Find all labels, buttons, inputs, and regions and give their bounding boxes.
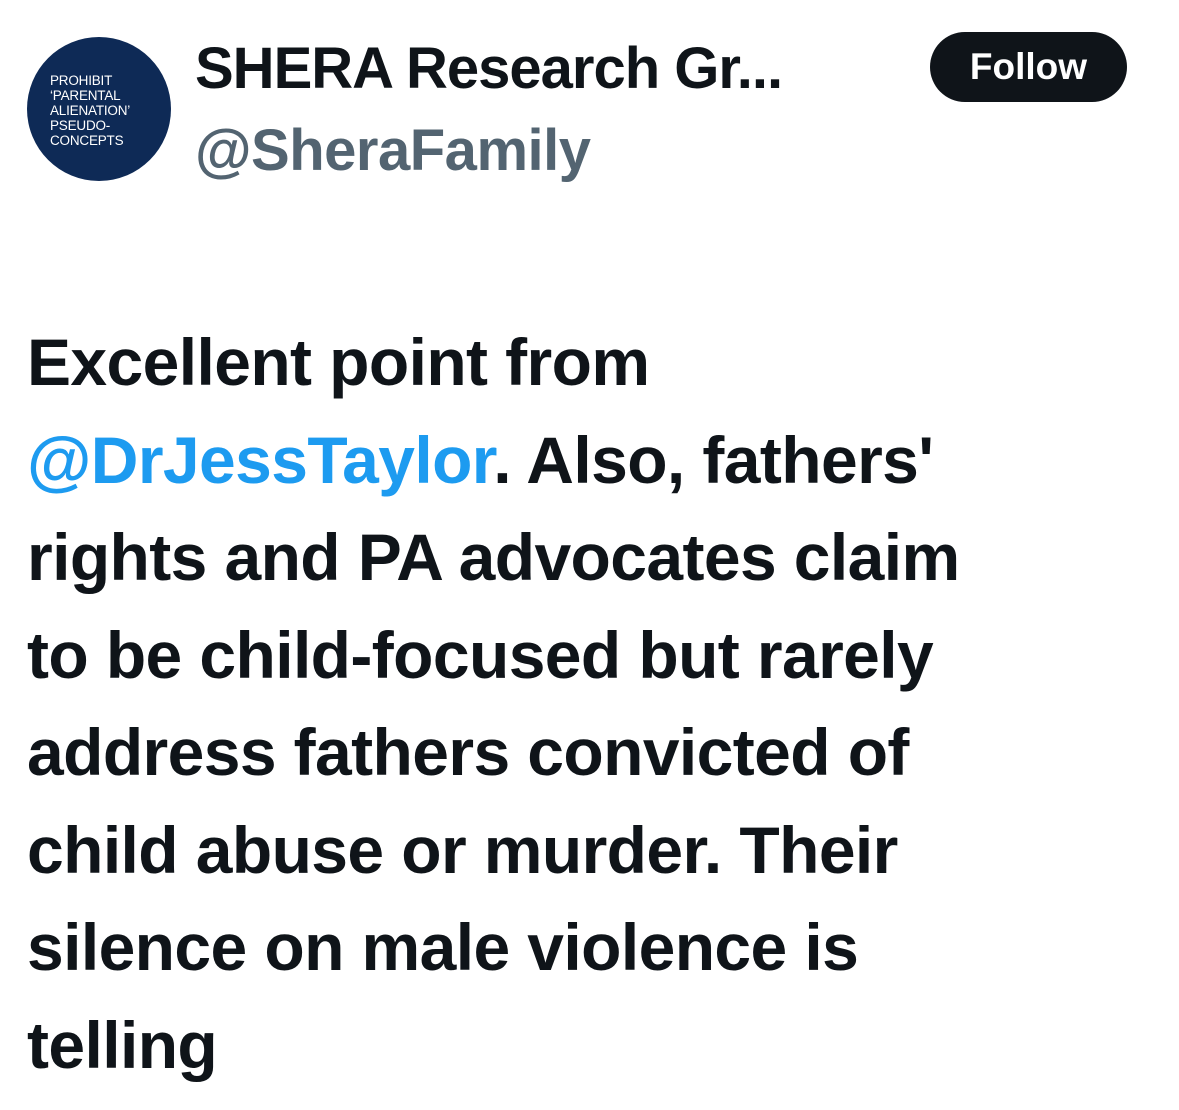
tweet-line: child abuse or murder. Their (27, 812, 898, 887)
author-handle[interactable]: @SheraFamily (195, 116, 591, 186)
tweet-line: address fathers convicted of (27, 715, 909, 789)
tweet-line: silence on male violence is (27, 910, 859, 984)
tweet-line: @DrJessTaylor. Also, fathers' (27, 412, 1147, 510)
tweet-line: telling (27, 1007, 218, 1082)
tweet-line: rights and PA advocates claim (27, 520, 960, 594)
avatar-text-line: PSEUDO- (50, 117, 111, 133)
author-display-name[interactable]: SHERA Research Gr... (195, 34, 783, 104)
avatar-text-line: PROHIBIT (50, 72, 113, 88)
avatar[interactable]: PROHIBIT ‘PARENTAL ALIENATION’ PSEUDO- C… (27, 37, 171, 181)
mention-link[interactable]: @DrJessTaylor (27, 423, 494, 497)
follow-button[interactable]: Follow (930, 32, 1127, 102)
avatar-text-line: CONCEPTS (50, 132, 124, 148)
avatar-text-line: ALIENATION’ (50, 102, 131, 118)
tweet-line-text: . Also, fathers' (493, 422, 934, 497)
avatar-text-line: ‘PARENTAL (50, 87, 121, 103)
tweet-line: to be child-focused but rarely (27, 617, 934, 692)
tweet-text: Excellent point from @DrJessTaylor. Also… (27, 314, 1147, 1094)
tweet-line: Excellent point from (27, 325, 650, 399)
tweet-header: PROHIBIT ‘PARENTAL ALIENATION’ PSEUDO- C… (0, 0, 1179, 200)
